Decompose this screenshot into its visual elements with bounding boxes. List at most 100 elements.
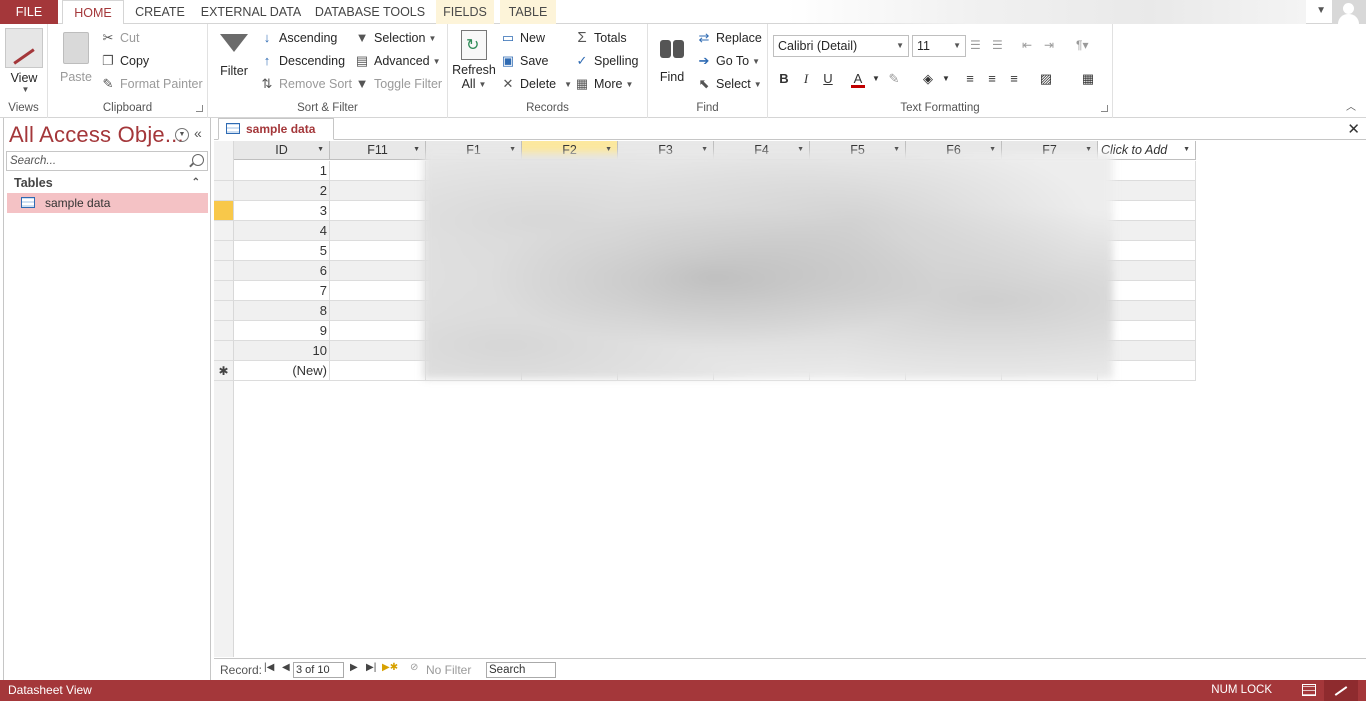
gridlines-icon[interactable]: ▦ [1078,69,1098,89]
new-record-selector-icon[interactable]: ✱ [214,361,234,381]
search-icon[interactable] [192,154,204,166]
id-cell[interactable]: 4 [234,221,330,241]
id-cell[interactable]: 2 [234,181,330,201]
clipboard-launcher-icon[interactable] [196,105,203,112]
collapse-ribbon-icon[interactable]: ︿ [1346,98,1356,113]
id-cell[interactable]: 7 [234,281,330,301]
table-cell[interactable] [330,181,426,201]
tab-external-data[interactable]: EXTERNAL DATA [199,0,303,24]
tab-fields[interactable]: FIELDS [436,0,494,24]
tab-create[interactable]: CREATE [132,0,188,24]
datasheet-grid[interactable]: ID ▼ F11 ▼ F1 ▼ F2 ▼ F3 ▼ F4 ▼ F5 ▼ F6 ▼ F7 ▼ Click to Add… [214,141,1366,657]
tab-table[interactable]: TABLE [500,0,556,24]
decrease-indent-icon[interactable]: ⇤ [1022,38,1032,52]
tab-file[interactable]: FILE [0,0,58,24]
table-cell[interactable] [330,221,426,241]
increase-indent-icon[interactable]: ⇥ [1044,38,1054,52]
fill-color-caret-icon[interactable]: ▼ [936,69,956,89]
id-cell[interactable]: 8 [234,301,330,321]
refresh-all-button[interactable]: Refresh All▼ [452,30,496,91]
table-cell[interactable] [330,321,426,341]
goto-button[interactable]: ➔ Go To ▼ [696,53,761,69]
align-center-icon[interactable]: ≡ [982,69,1002,89]
record-selector[interactable] [214,181,234,201]
id-cell[interactable]: 10 [234,341,330,361]
record-selector[interactable] [214,321,234,341]
table-cell[interactable] [330,281,426,301]
tab-database-tools[interactable]: DATABASE TOOLS [314,0,426,24]
nav-pane-collapse-icon[interactable]: « [194,125,202,141]
text-formatting-launcher-icon[interactable] [1101,105,1108,112]
record-selector[interactable] [214,261,234,281]
table-cell[interactable] [330,161,426,181]
no-filter-label[interactable]: No Filter [426,663,471,677]
table-cell[interactable] [330,301,426,321]
table-cell[interactable] [330,261,426,281]
record-search-input[interactable]: Search [486,662,556,678]
font-name-dropdown-icon[interactable]: ▼ [896,36,904,56]
paste-button[interactable]: Paste [58,32,94,84]
document-tab-sample-data[interactable]: sample data [218,118,334,140]
ribbon-options-caret-icon[interactable]: ▼ [1316,5,1326,16]
datasheet-view-icon[interactable] [1302,684,1316,696]
highlight-icon[interactable]: ✎ [884,69,904,89]
sort-ascending-button[interactable]: ↓ Ascending [259,30,338,46]
new-blank-record-icon[interactable]: ▶✱ [382,662,398,673]
record-selector[interactable] [214,281,234,301]
id-cell[interactable]: 6 [234,261,330,281]
id-cell[interactable]: 9 [234,321,330,341]
record-selector[interactable] [214,161,234,181]
column-header-id[interactable]: ID ▼ [234,141,330,160]
table-cell[interactable] [330,341,426,361]
close-document-icon[interactable]: ✕ [1347,120,1360,138]
column-header-f11[interactable]: F11 ▼ [330,141,426,160]
font-size-select[interactable]: 11 ▼ [912,35,966,57]
font-color-caret-icon[interactable]: ▼ [866,69,886,89]
replace-button[interactable]: ⇄ Replace [696,30,762,46]
record-selector[interactable] [214,341,234,361]
record-selector[interactable] [214,241,234,261]
italic-button[interactable]: I [796,69,816,89]
more-button[interactable]: ▦ More ▼ [574,76,634,92]
column-sort-dropdown-icon[interactable]: ▼ [317,141,324,159]
id-cell[interactable]: (New) [234,361,330,381]
click-to-add-dropdown-icon[interactable]: ▼ [1183,141,1190,159]
copy-button[interactable]: ❐ Copy [100,53,149,69]
numbering-icon[interactable]: ☰ [992,38,1003,52]
delete-record-button[interactable]: ✕ Delete ▼ [500,76,573,92]
underline-button[interactable]: U [818,69,838,89]
new-record-button[interactable]: ▭ New [500,30,545,46]
sort-descending-button[interactable]: ↑ Descending [259,53,345,69]
id-cell[interactable]: 1 [234,161,330,181]
alternate-row-color-icon[interactable]: ▨ [1036,69,1056,89]
font-name-select[interactable]: Calibri (Detail) ▼ [773,35,909,57]
design-view-icon[interactable] [1324,680,1358,701]
table-cell[interactable] [330,361,426,381]
record-selector[interactable] [214,301,234,321]
align-right-icon[interactable]: ≡ [1004,69,1024,89]
bullets-icon[interactable]: ☰ [970,38,981,52]
paragraph-direction-icon[interactable]: ¶▾ [1076,38,1088,52]
find-button[interactable]: Find [654,30,690,84]
last-record-icon[interactable]: ▶| [366,662,376,673]
group-collapse-icon[interactable]: ⌃ [192,173,200,193]
format-painter-button[interactable]: ✎ Format Painter [100,76,203,92]
toggle-filter-button[interactable]: ▼ Toggle Filter [354,76,443,92]
record-selector[interactable] [214,221,234,241]
fill-color-icon[interactable]: ◈ [918,69,938,89]
bold-button[interactable]: B [774,69,794,89]
totals-button[interactable]: Σ Totals [574,30,626,46]
font-color-button[interactable]: A [848,69,868,89]
save-record-button[interactable]: ▣ Save [500,53,549,69]
align-left-icon[interactable]: ≡ [960,69,980,89]
filter-button[interactable]: Filter [216,30,252,78]
advanced-button[interactable]: ▤ Advanced ▼ [354,53,441,69]
selection-button[interactable]: ▼ Selection ▼ [354,30,437,46]
table-cell[interactable] [330,241,426,261]
spelling-button[interactable]: ✓ Spelling [574,53,639,69]
previous-record-icon[interactable]: ◀ [282,662,290,673]
table-cell[interactable] [330,201,426,221]
user-avatar-icon[interactable] [1332,0,1366,24]
cut-button[interactable]: ✂ Cut [100,30,140,46]
font-size-dropdown-icon[interactable]: ▼ [953,36,961,56]
